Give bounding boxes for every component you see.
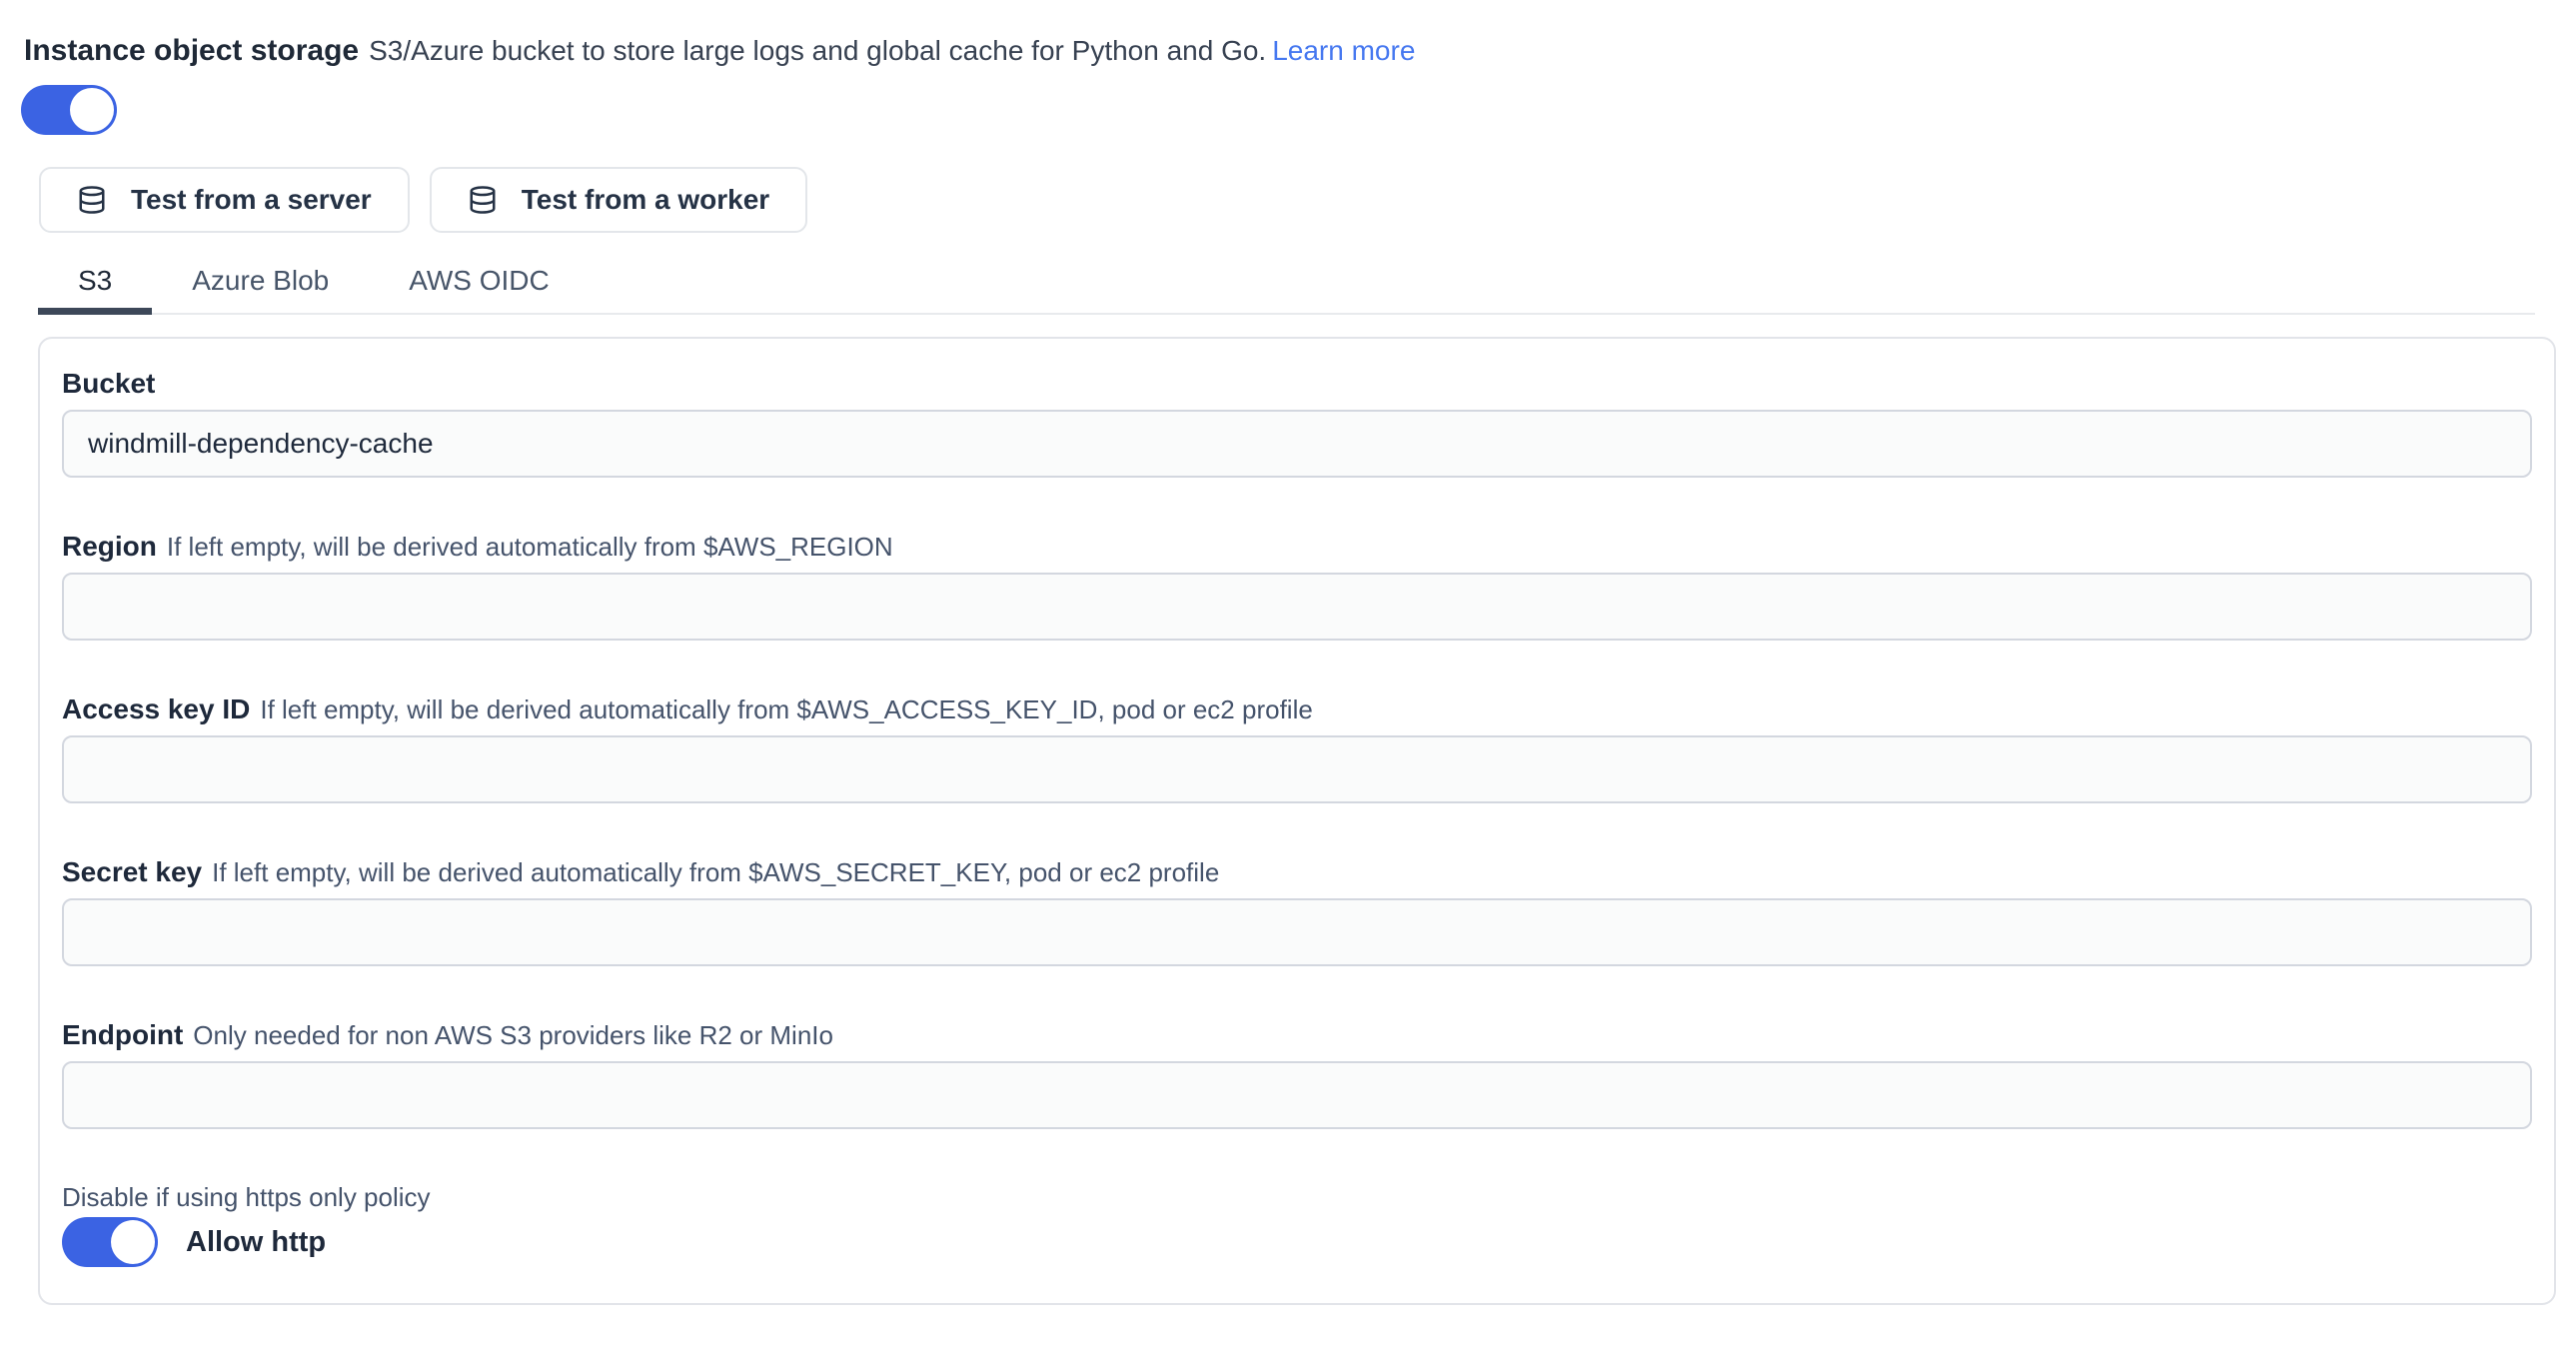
access-key-id-field-group: Access key ID If left empty, will be deri… [62,692,2532,803]
instance-object-storage-toggle[interactable] [21,85,117,135]
region-input[interactable] [62,573,2532,641]
secret-key-field-group: Secret key If left empty, will be derived… [62,855,2532,966]
test-from-worker-label: Test from a worker [522,184,769,216]
allow-http-toggle[interactable] [62,1217,158,1267]
secret-key-hint: If left empty, will be derived automatic… [212,857,1219,887]
page-description: S3/Azure bucket to store large logs and … [369,35,1266,66]
endpoint-field-group: Endpoint Only needed for non AWS S3 provi… [62,1018,2532,1129]
access-key-id-input[interactable] [62,735,2532,803]
access-key-id-hint: If left empty, will be derived automatic… [260,694,1312,724]
access-key-id-label: Access key ID [62,693,250,724]
storage-provider-tabs: S3 Azure Blob AWS OIDC [38,261,2535,315]
instance-settings-page: Instance object storage S3/Azure bucket t… [0,0,2576,1353]
test-from-worker-button[interactable]: Test from a worker [430,167,807,233]
region-hint: If left empty, will be derived automatic… [167,532,893,562]
allow-http-note: Disable if using https only policy [62,1181,2532,1213]
endpoint-hint: Only needed for non AWS S3 providers lik… [193,1020,833,1050]
toggle-knob [70,88,114,132]
bucket-field-group: Bucket [62,367,2532,478]
page-title: Instance object storage [24,34,359,67]
endpoint-input[interactable] [62,1061,2532,1129]
toggle-knob [111,1220,155,1264]
secret-key-input[interactable] [62,898,2532,966]
allow-http-section: Disable if using https only policy Allow… [62,1181,2532,1267]
test-from-server-button[interactable]: Test from a server [39,167,410,233]
endpoint-label: Endpoint [62,1019,183,1050]
database-icon [468,185,498,215]
tab-s3[interactable]: S3 [38,261,152,313]
tab-azure-blob[interactable]: Azure Blob [152,261,369,313]
bucket-label: Bucket [62,368,155,399]
region-label: Region [62,531,157,562]
tab-aws-oidc[interactable]: AWS OIDC [369,261,590,313]
allow-http-label: Allow http [186,1226,326,1259]
test-from-server-label: Test from a server [131,184,372,216]
region-field-group: Region If left empty, will be derived aut… [62,530,2532,641]
secret-key-label: Secret key [62,856,202,887]
bucket-input[interactable] [62,410,2532,478]
header: Instance object storage S3/Azure bucket t… [0,0,2576,72]
learn-more-link[interactable]: Learn more [1272,35,1415,66]
database-icon [77,185,107,215]
test-buttons-row: Test from a server Test from a worker [39,167,2576,233]
s3-settings-panel: Bucket Region If left empty, will be deri… [38,337,2556,1305]
